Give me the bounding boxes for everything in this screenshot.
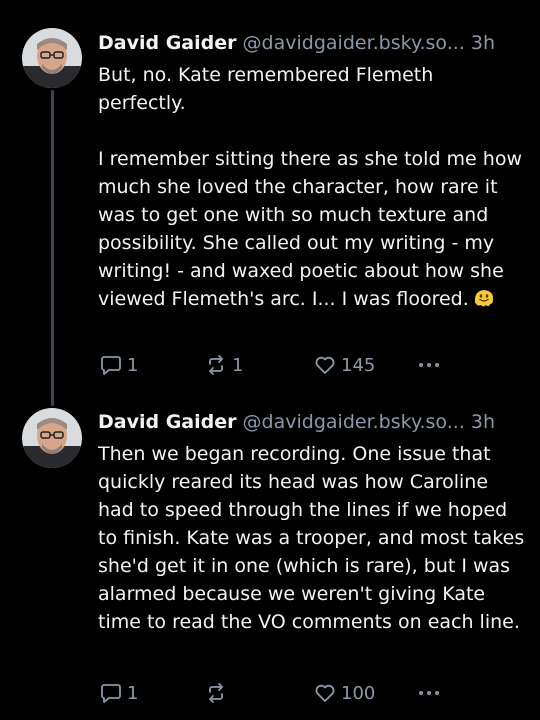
post-header: David Gaider @davidgaider.bsky.so... 3h	[98, 408, 526, 436]
like-button[interactable]: 100	[314, 679, 375, 707]
repost-button[interactable]	[205, 679, 232, 707]
thread-connector-line	[51, 90, 54, 406]
reply-icon	[100, 682, 122, 704]
reply-count: 1	[127, 682, 139, 704]
like-button[interactable]: 145	[314, 351, 375, 379]
more-options-button[interactable]	[416, 679, 442, 707]
author-name[interactable]: David Gaider	[98, 32, 237, 54]
post-text: Then we began recording. One issue that …	[98, 443, 531, 633]
author-handle[interactable]: @davidgaider.bsky.so...	[243, 32, 465, 54]
repost-count: 1	[232, 354, 244, 376]
post-text-content: But, no. Kate remembered Flemeth perfect…	[98, 64, 522, 310]
post-header: David Gaider @davidgaider.bsky.so... 3h	[98, 29, 526, 57]
reply-button[interactable]: 1	[100, 679, 138, 707]
reply-count: 1	[127, 354, 139, 376]
avatar[interactable]	[22, 28, 82, 88]
post-actions: 1 1 145	[98, 351, 518, 379]
like-icon	[314, 354, 336, 376]
post-actions: 1 100	[98, 679, 518, 707]
reply-button[interactable]: 1	[100, 351, 138, 379]
author-name[interactable]: David Gaider	[98, 411, 237, 433]
like-count: 145	[341, 354, 376, 376]
more-icon	[416, 354, 442, 376]
more-icon	[416, 682, 442, 704]
more-options-button[interactable]	[416, 351, 442, 379]
author-handle[interactable]: @davidgaider.bsky.so...	[243, 411, 465, 433]
repost-button[interactable]: 1	[205, 351, 243, 379]
reply-icon	[100, 354, 122, 376]
post-timestamp[interactable]: 3h	[471, 32, 495, 54]
like-count: 100	[341, 682, 376, 704]
like-icon	[314, 682, 336, 704]
avatar[interactable]	[22, 408, 82, 468]
repost-icon	[205, 354, 227, 376]
repost-icon	[205, 682, 227, 704]
melting-face-emoji	[473, 287, 495, 309]
post-timestamp[interactable]: 3h	[471, 411, 495, 433]
post-text: But, no. Kate remembered Flemeth perfect…	[98, 61, 526, 313]
